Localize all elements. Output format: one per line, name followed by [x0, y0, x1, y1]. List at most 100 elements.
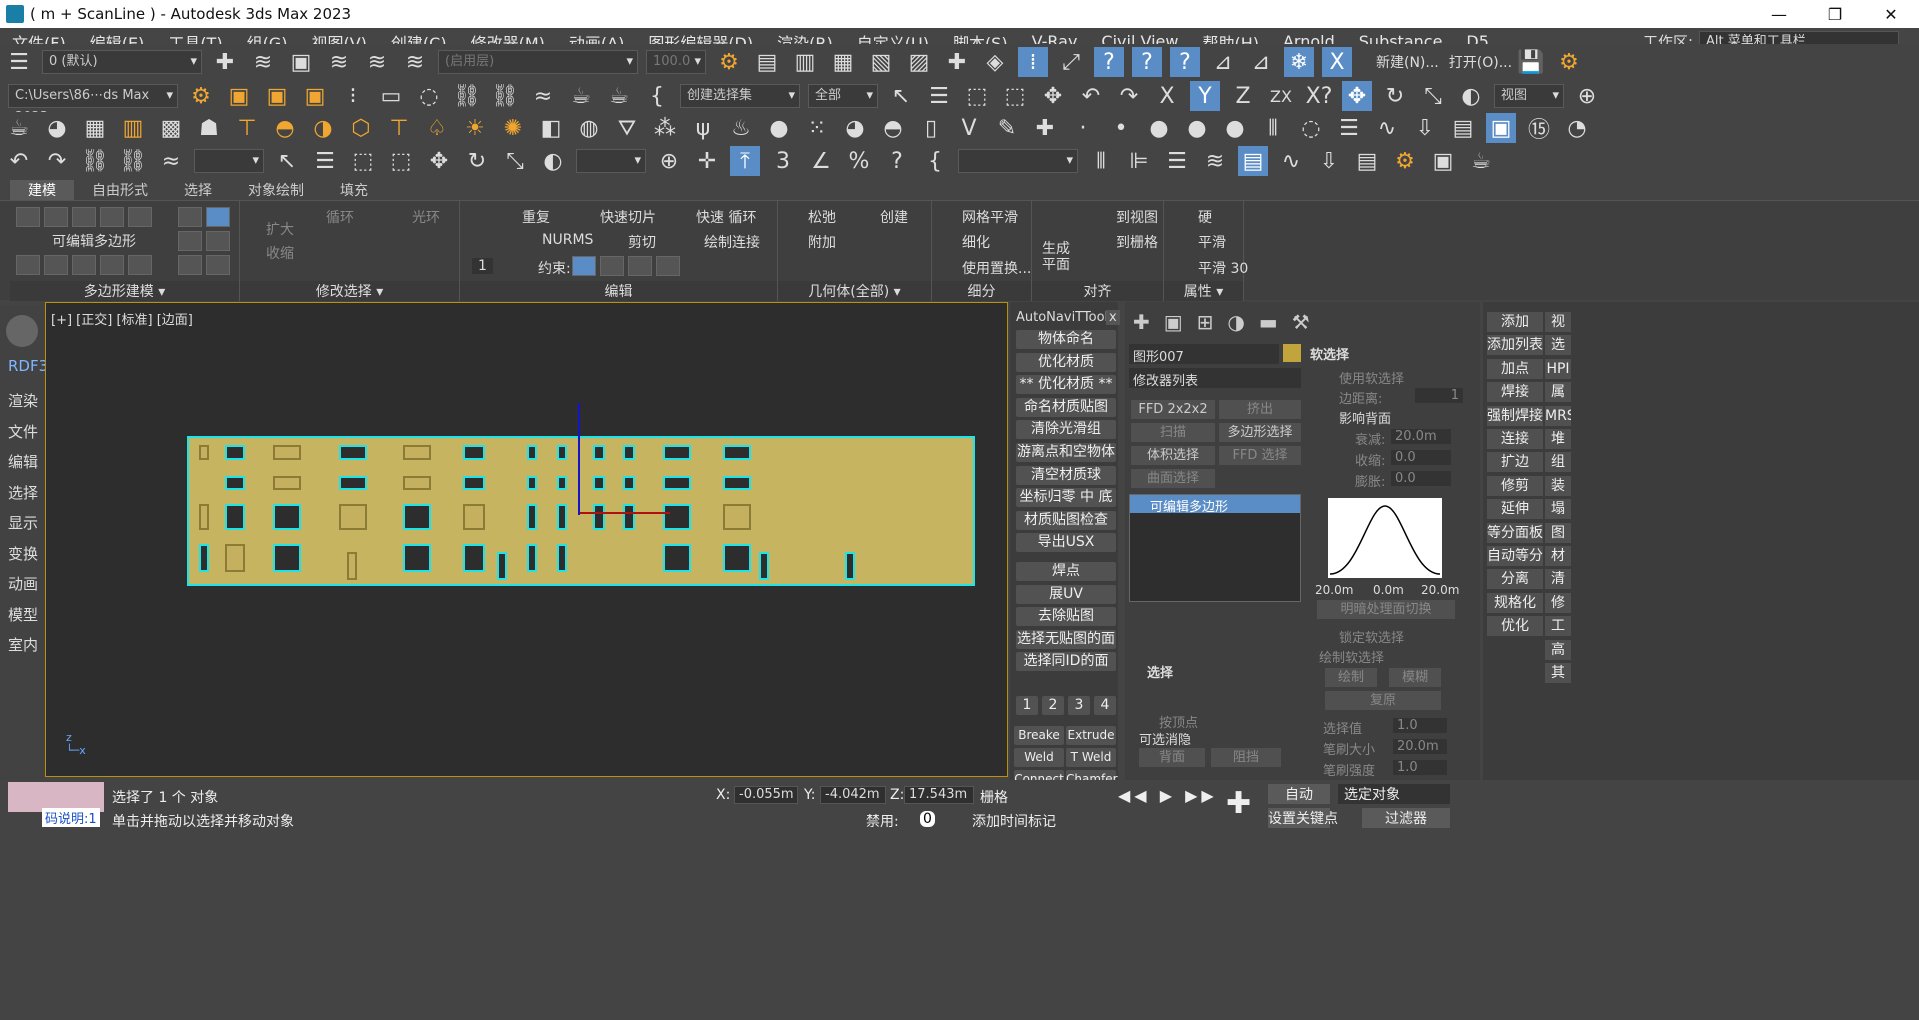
selval-field[interactable]: 1.0 [1393, 718, 1447, 733]
select-icon[interactable]: ↖ [886, 81, 916, 111]
move-icon[interactable]: ✥ [424, 146, 454, 176]
tool-icon[interactable]: ▤ [752, 47, 782, 77]
autonavi-num-button[interactable]: 3 [1068, 696, 1090, 715]
window-select-icon[interactable]: ⬚ [386, 146, 416, 176]
robot-icon[interactable]: ☗ [194, 113, 224, 143]
x-coord-field[interactable]: -0.055m [734, 786, 798, 804]
mirror-icon[interactable]: ⫴ [1086, 146, 1116, 176]
create-button[interactable]: 创建 [880, 207, 908, 227]
tool-icon[interactable]: ✎ [992, 113, 1022, 143]
ball-icon[interactable]: ● [764, 113, 794, 143]
close-button[interactable]: ✕ [1863, 0, 1919, 28]
autonavi-button[interactable]: 坐标归零 中 底 [1016, 488, 1116, 508]
proxy-icon[interactable]: ⛛ [612, 113, 642, 143]
cube-logo-icon[interactable] [6, 315, 38, 347]
xq-icon[interactable]: X [1322, 47, 1352, 77]
rect-select-icon[interactable]: ⬚ [348, 146, 378, 176]
fur-icon[interactable]: ⁂ [650, 113, 680, 143]
autonavi-button[interactable]: 清空材质球 [1016, 465, 1116, 485]
surfsel-button[interactable]: 曲面选择 [1131, 469, 1215, 488]
category-tab[interactable]: 塌陷 [1545, 499, 1571, 520]
array-icon[interactable]: ◌ [1296, 113, 1326, 143]
pin-button[interactable] [206, 231, 230, 251]
cube-icon[interactable]: ◧ [536, 113, 566, 143]
ies-light-icon[interactable]: ♤ [422, 113, 452, 143]
key-icon[interactable]: ✚ [1226, 786, 1251, 821]
dot-icon[interactable]: • [1106, 113, 1136, 143]
autonavi-button[interactable]: 物体命名 [1016, 330, 1116, 349]
category-tab[interactable]: 工具 [1545, 616, 1571, 637]
lock-soft-sel-checkbox[interactable]: 锁定软选择 [1339, 627, 1404, 646]
move-tool-icon[interactable]: ✥ [1342, 81, 1372, 111]
dot-icon[interactable]: ● [1144, 113, 1174, 143]
project-path-dropdown[interactable]: C:\Users\86⋯ds Max 2023 [8, 84, 178, 125]
layer-dropdown[interactable]: 0 (默认) [42, 50, 202, 74]
left-menu-item[interactable]: 渲染 [8, 390, 38, 411]
redo-icon[interactable]: ↷ [42, 146, 72, 176]
filter-dropdown[interactable] [194, 149, 264, 173]
link-icon[interactable]: ⛓ [80, 146, 110, 176]
dope-sheet-icon[interactable]: ⇩ [1410, 113, 1440, 143]
autonavi-small-button[interactable]: T Weld [1066, 748, 1116, 767]
light-icon[interactable]: ⊤ [232, 113, 262, 143]
snap-grid-icon[interactable]: ⁞ [1018, 47, 1048, 77]
autonavi-close[interactable]: x [1106, 310, 1120, 325]
scene-explorer-icon[interactable]: ☰ [1162, 146, 1192, 176]
loop-label[interactable]: 循环 [326, 207, 354, 227]
left-menu-item[interactable]: 室内 [8, 634, 38, 655]
select-icon[interactable]: ↖ [272, 146, 302, 176]
pivot-icon[interactable]: ⊕ [1572, 81, 1602, 111]
ribbon-tab[interactable]: 自由形式 [74, 180, 166, 200]
layers-icon[interactable]: ≋ [248, 47, 278, 77]
frame-icon[interactable]: ▯ [916, 113, 946, 143]
category-tab[interactable]: 高级 [1545, 639, 1571, 660]
render-icon[interactable]: ☕ [566, 81, 596, 111]
togrid-button[interactable]: 到栅格 [1116, 232, 1158, 252]
x-axis-gizmo[interactable] [580, 512, 670, 514]
autonavi-button[interactable]: 焊点 [1016, 562, 1116, 581]
pinch-field[interactable]: 0.0 [1391, 450, 1451, 465]
category-tab[interactable]: HPI [1545, 358, 1571, 379]
sphere-light-icon[interactable]: ◑ [308, 113, 338, 143]
render-teapot-icon[interactable]: ☕ [1466, 146, 1496, 176]
undo-icon[interactable]: ↶ [1076, 81, 1106, 111]
autonavi-button[interactable]: 游离点和空物体 [1016, 443, 1116, 462]
soft-selection-title[interactable]: 软选择 [1310, 344, 1349, 363]
autonavi-button[interactable]: 选择无贴图的面 [1016, 629, 1116, 649]
y-coord-field[interactable]: -4.042m [820, 786, 886, 804]
autonavi-small-button[interactable]: Extrude [1066, 726, 1116, 745]
selection-set-dropdown[interactable]: 创建选择集 [680, 84, 800, 108]
selection-filter-dropdown[interactable]: 全部 [808, 84, 878, 108]
fire-icon[interactable]: ♨ [726, 113, 756, 143]
gear-icon[interactable]: ⚙ [186, 81, 216, 111]
render-setup-icon[interactable]: ⚙ [1554, 47, 1584, 77]
dot-icon[interactable]: ● [1182, 113, 1212, 143]
edit-spline-button[interactable]: 焊接 [1487, 382, 1543, 403]
auto-key-button[interactable]: 自动 [1268, 784, 1330, 804]
dome-light-icon[interactable]: ◓ [270, 113, 300, 143]
snap-4-icon[interactable]: ? [1170, 47, 1200, 77]
gear-icon[interactable]: ▣ [224, 81, 254, 111]
ruler-icon[interactable]: ▭ [376, 81, 406, 111]
x-axis-icon[interactable]: X [1152, 81, 1182, 111]
border-mode-button[interactable] [72, 207, 96, 227]
ffd-button[interactable]: FFD 2x2x2 [1131, 400, 1215, 419]
left-menu-item[interactable]: 选择 [8, 482, 38, 503]
sphere-icon[interactable]: ◕ [42, 113, 72, 143]
xq-icon[interactable]: X? [1304, 81, 1334, 111]
link-icon[interactable]: ⛓ [452, 81, 482, 111]
genplane-button[interactable]: 生成 平面 [1042, 241, 1070, 273]
pin-button[interactable] [178, 255, 202, 275]
material-editor-icon[interactable]: ◓ [878, 113, 908, 143]
quickslice-button[interactable]: 快速切片 [600, 207, 656, 227]
quickloop-button[interactable]: 快速 循环 [696, 207, 756, 227]
snap3-icon[interactable]: 3 [768, 146, 798, 176]
ribbon-tab[interactable]: 选择 [166, 180, 230, 200]
poly-tool-button[interactable] [128, 255, 152, 275]
backface-button[interactable]: 背面 [1139, 748, 1205, 767]
pin-button[interactable] [178, 231, 202, 251]
dot-icon[interactable]: · [1068, 113, 1098, 143]
snap-5-icon[interactable]: ⊿ [1208, 47, 1238, 77]
category-tab[interactable]: 其它 [1545, 663, 1571, 683]
brace-icon[interactable]: { [920, 146, 950, 176]
